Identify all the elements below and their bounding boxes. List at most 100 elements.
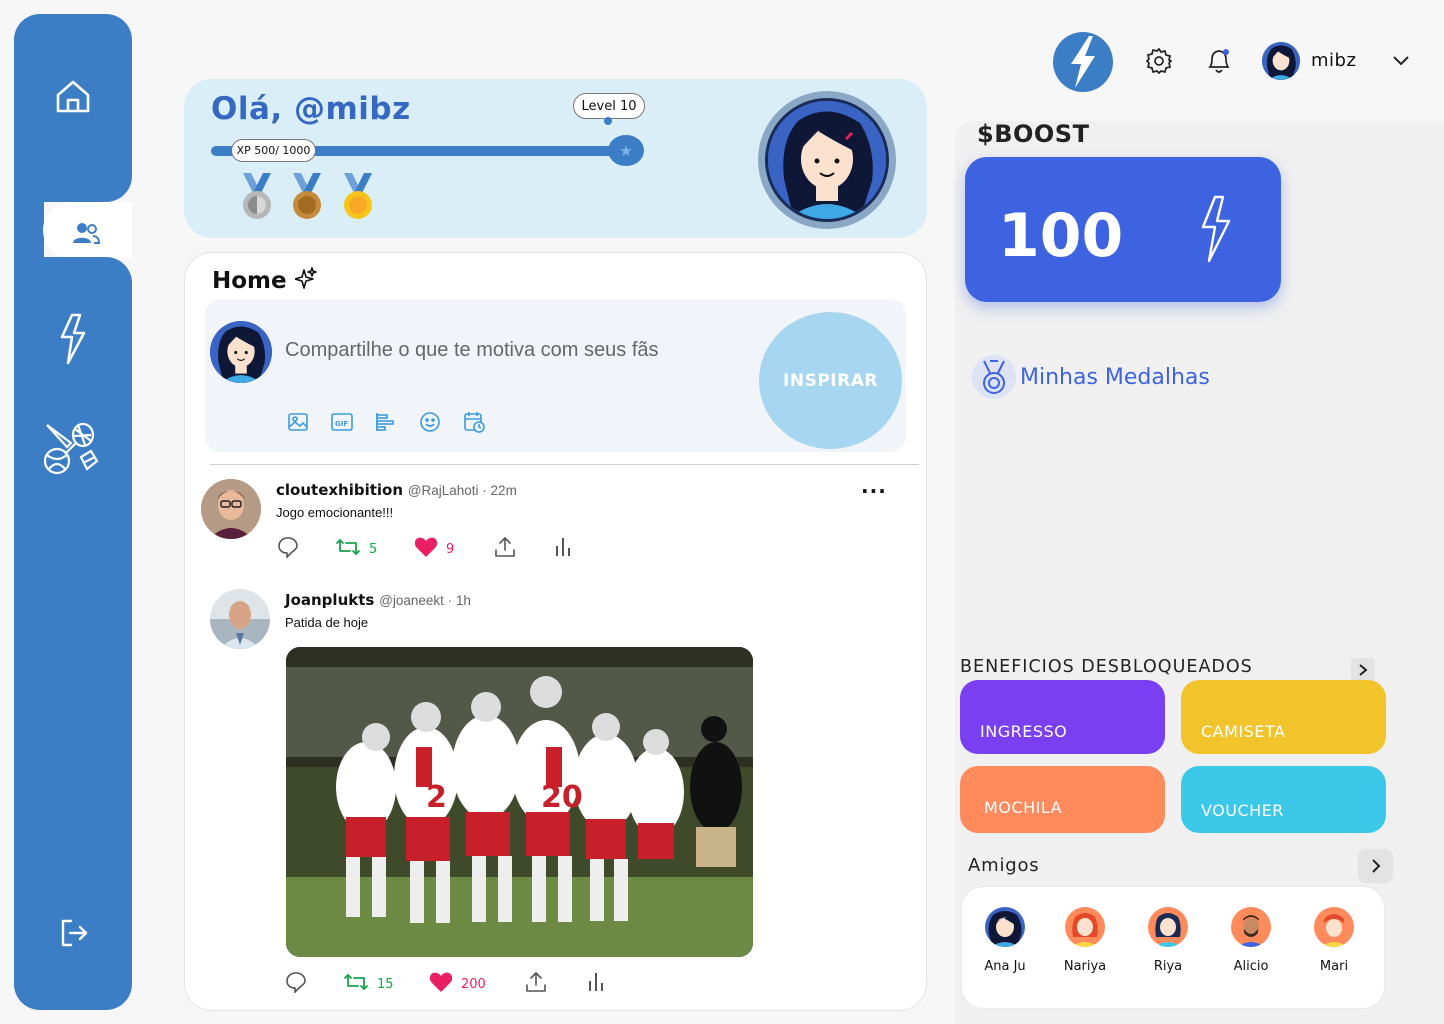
friend-item[interactable]: Mari xyxy=(1299,907,1369,974)
retweet-button[interactable]: 15 xyxy=(343,972,429,996)
benefit-camiseta[interactable]: CAMISETA xyxy=(1181,680,1386,754)
friend-item[interactable]: Ana Ju xyxy=(970,907,1040,974)
sidebar-gap xyxy=(14,202,44,258)
share-button[interactable] xyxy=(525,971,587,997)
analytics-button[interactable] xyxy=(554,536,572,562)
like-button[interactable]: 9 xyxy=(414,536,494,562)
reply-button[interactable] xyxy=(277,536,335,562)
post-author-avatar[interactable] xyxy=(210,589,270,649)
retweet-icon xyxy=(343,972,369,996)
friend-item[interactable]: Riya xyxy=(1133,907,1203,974)
friend-avatar xyxy=(1065,907,1105,947)
logout-icon[interactable] xyxy=(58,917,90,949)
chevron-down-icon[interactable] xyxy=(1390,50,1412,72)
emoji-icon[interactable] xyxy=(419,411,441,433)
sports-icon[interactable] xyxy=(40,420,100,480)
post-composer: GIF INSPIRAR xyxy=(205,299,906,452)
feed-card: Home GIF INSPIRAR cloutexhibition @RajLa… xyxy=(184,252,927,1011)
user-avatar[interactable] xyxy=(1262,42,1300,80)
like-count: 200 xyxy=(461,976,486,992)
boost-card[interactable]: 100 xyxy=(965,157,1281,302)
gif-icon[interactable]: GIF xyxy=(331,411,353,433)
post-text: Jogo emocionante!!! xyxy=(276,505,394,520)
friend-name: Nariya xyxy=(1063,959,1107,974)
gold-medal-icon xyxy=(340,173,376,225)
bronze-medal-icon xyxy=(289,173,325,225)
retweet-count: 5 xyxy=(369,541,378,557)
post-actions: 15 200 xyxy=(285,971,605,997)
medal-icon xyxy=(972,355,1016,399)
share-button[interactable] xyxy=(494,536,554,562)
svg-text:GIF: GIF xyxy=(335,420,348,428)
post-header: cloutexhibition @RajLahoti · 22m xyxy=(276,481,517,499)
retweet-button[interactable]: 5 xyxy=(335,537,414,561)
analytics-button[interactable] xyxy=(587,971,605,997)
friend-avatar xyxy=(985,907,1025,947)
profile-card: Olá, @mibz Level 10 ★ XP 500/ 1000 xyxy=(184,79,927,238)
boost-lightning-icon xyxy=(1195,195,1235,267)
lightning-icon[interactable] xyxy=(55,313,91,365)
post-author-name[interactable]: cloutexhibition xyxy=(276,481,403,499)
level-marker xyxy=(604,117,612,125)
home-icon[interactable] xyxy=(51,75,95,119)
friend-name: Riya xyxy=(1153,959,1183,974)
composer-tools: GIF xyxy=(287,411,485,433)
composer-avatar xyxy=(210,321,272,383)
friend-avatar xyxy=(1231,907,1271,947)
benefits-next-button[interactable] xyxy=(1351,658,1375,682)
analytics-icon xyxy=(587,971,605,997)
like-button[interactable]: 200 xyxy=(429,971,525,997)
friend-name: Mari xyxy=(1319,959,1349,974)
benefits-title: BENEFICIOS DESBLOQUEADOS xyxy=(960,657,1253,677)
friends-title: Amigos xyxy=(968,855,1040,876)
my-medals-link[interactable]: Minhas Medalhas xyxy=(972,355,1210,399)
level-badge: Level 10 xyxy=(573,93,645,119)
username[interactable]: mibz xyxy=(1311,50,1356,71)
my-medals-label: Minhas Medalhas xyxy=(1020,364,1210,390)
schedule-icon[interactable] xyxy=(463,411,485,433)
users-icon[interactable] xyxy=(70,220,102,246)
post-author-handle: @RajLahoti · 22m xyxy=(407,483,517,498)
silver-medal-icon xyxy=(239,173,275,225)
post-author-avatar[interactable] xyxy=(201,479,261,539)
feed-title: Home xyxy=(212,267,317,295)
settings-gear-icon[interactable] xyxy=(1145,47,1173,75)
feed-divider xyxy=(210,464,919,465)
post-image[interactable]: 2 20 xyxy=(286,647,753,957)
friends-card: Ana Ju Nariya Riya Alicio Mari xyxy=(961,886,1385,1009)
xp-badge: XP 500/ 1000 xyxy=(231,139,316,162)
more-options-icon[interactable]: ··· xyxy=(861,479,887,503)
greeting-title: Olá, @mibz xyxy=(211,91,411,127)
friend-name: Ana Ju xyxy=(984,959,1026,974)
benefit-mochila[interactable]: MOCHILA xyxy=(960,766,1165,833)
star-icon: ★ xyxy=(608,135,644,166)
inspirar-button[interactable]: INSPIRAR xyxy=(759,312,902,449)
benefit-ingresso[interactable]: INGRESSO xyxy=(960,680,1165,754)
friend-avatar xyxy=(1314,907,1354,947)
friend-item[interactable]: Alicio xyxy=(1216,907,1286,974)
reply-button[interactable] xyxy=(285,971,343,997)
friend-avatar xyxy=(1148,907,1188,947)
post-actions: 5 9 xyxy=(277,536,572,562)
post-text: Patida de hoje xyxy=(285,615,369,630)
post-author-name[interactable]: Joanplukts xyxy=(285,591,374,609)
image-icon[interactable] xyxy=(287,411,309,433)
retweet-icon xyxy=(335,537,361,561)
svg-text:20: 20 xyxy=(541,780,583,815)
benefit-voucher[interactable]: VOUCHER xyxy=(1181,766,1386,833)
heart-icon xyxy=(429,971,453,997)
notifications-bell-icon[interactable] xyxy=(1205,46,1233,76)
composer-input[interactable] xyxy=(285,335,725,365)
boost-title: $BOOST xyxy=(977,120,1090,148)
share-icon xyxy=(494,536,516,562)
sidebar-bottom-section xyxy=(14,257,132,1010)
heart-icon xyxy=(414,536,438,562)
friend-item[interactable]: Nariya xyxy=(1050,907,1120,974)
brand-logo-icon[interactable] xyxy=(1053,32,1113,92)
profile-avatar[interactable] xyxy=(758,91,896,229)
poll-icon[interactable] xyxy=(375,411,397,433)
feed-title-text: Home xyxy=(212,268,287,294)
post-author-handle: @joaneekt · 1h xyxy=(379,593,471,608)
friends-next-button[interactable] xyxy=(1358,849,1393,883)
friend-name: Alicio xyxy=(1233,959,1269,974)
